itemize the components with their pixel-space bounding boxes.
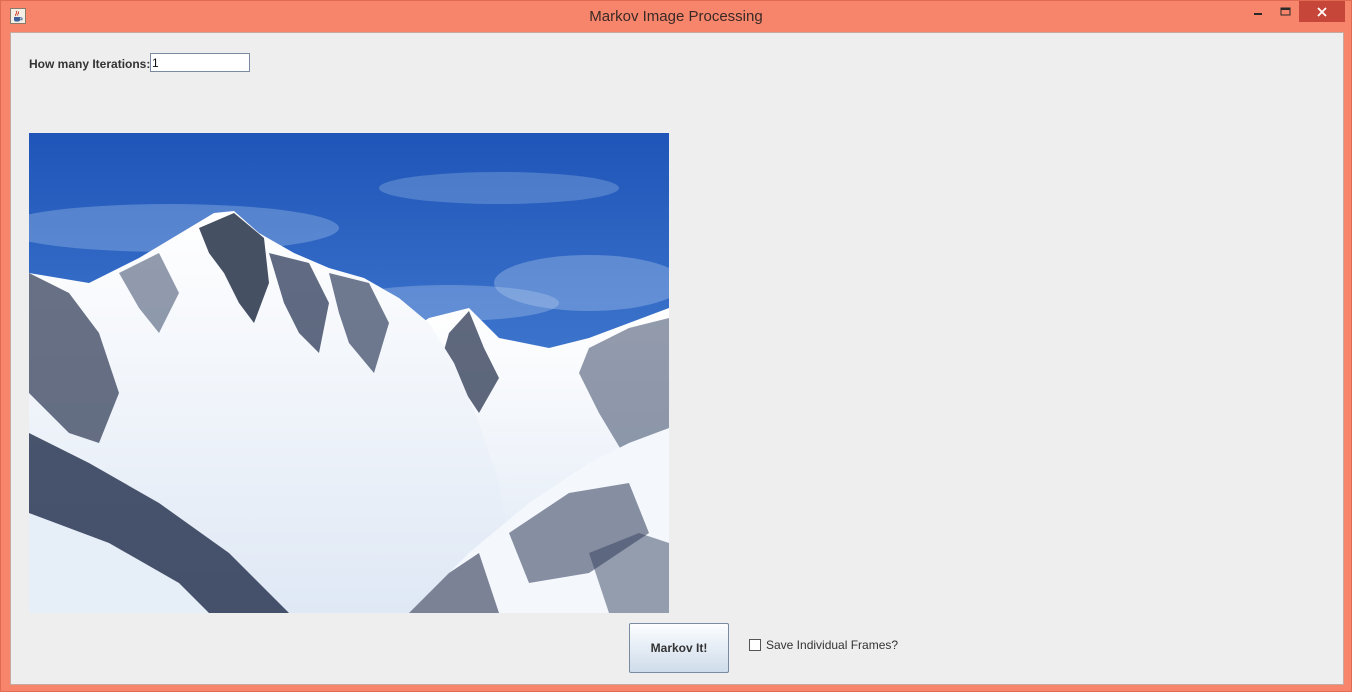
- iterations-input[interactable]: [150, 53, 250, 72]
- mountain-image: [29, 133, 669, 613]
- markov-it-button[interactable]: Markov It!: [629, 623, 729, 673]
- maximize-button[interactable]: [1271, 1, 1299, 22]
- title-bar[interactable]: Markov Image Processing: [1, 1, 1351, 32]
- close-button[interactable]: [1299, 1, 1345, 22]
- app-window: Markov Image Processing How many Iterati…: [0, 0, 1352, 692]
- minimize-icon: [1254, 12, 1262, 15]
- iterations-label: How many Iterations:: [29, 57, 151, 71]
- maximize-icon: [1280, 7, 1290, 15]
- window-title: Markov Image Processing: [589, 8, 763, 25]
- minimize-button[interactable]: [1245, 1, 1271, 22]
- content-pane: How many Iterations: 1 Markov It! Save I…: [10, 32, 1344, 685]
- close-icon: [1317, 6, 1327, 17]
- save-frames-label: Save Individual Frames?: [766, 638, 899, 652]
- checkbox-icon[interactable]: [749, 639, 761, 651]
- save-frames-checkbox[interactable]: Save Individual Frames?: [749, 638, 898, 652]
